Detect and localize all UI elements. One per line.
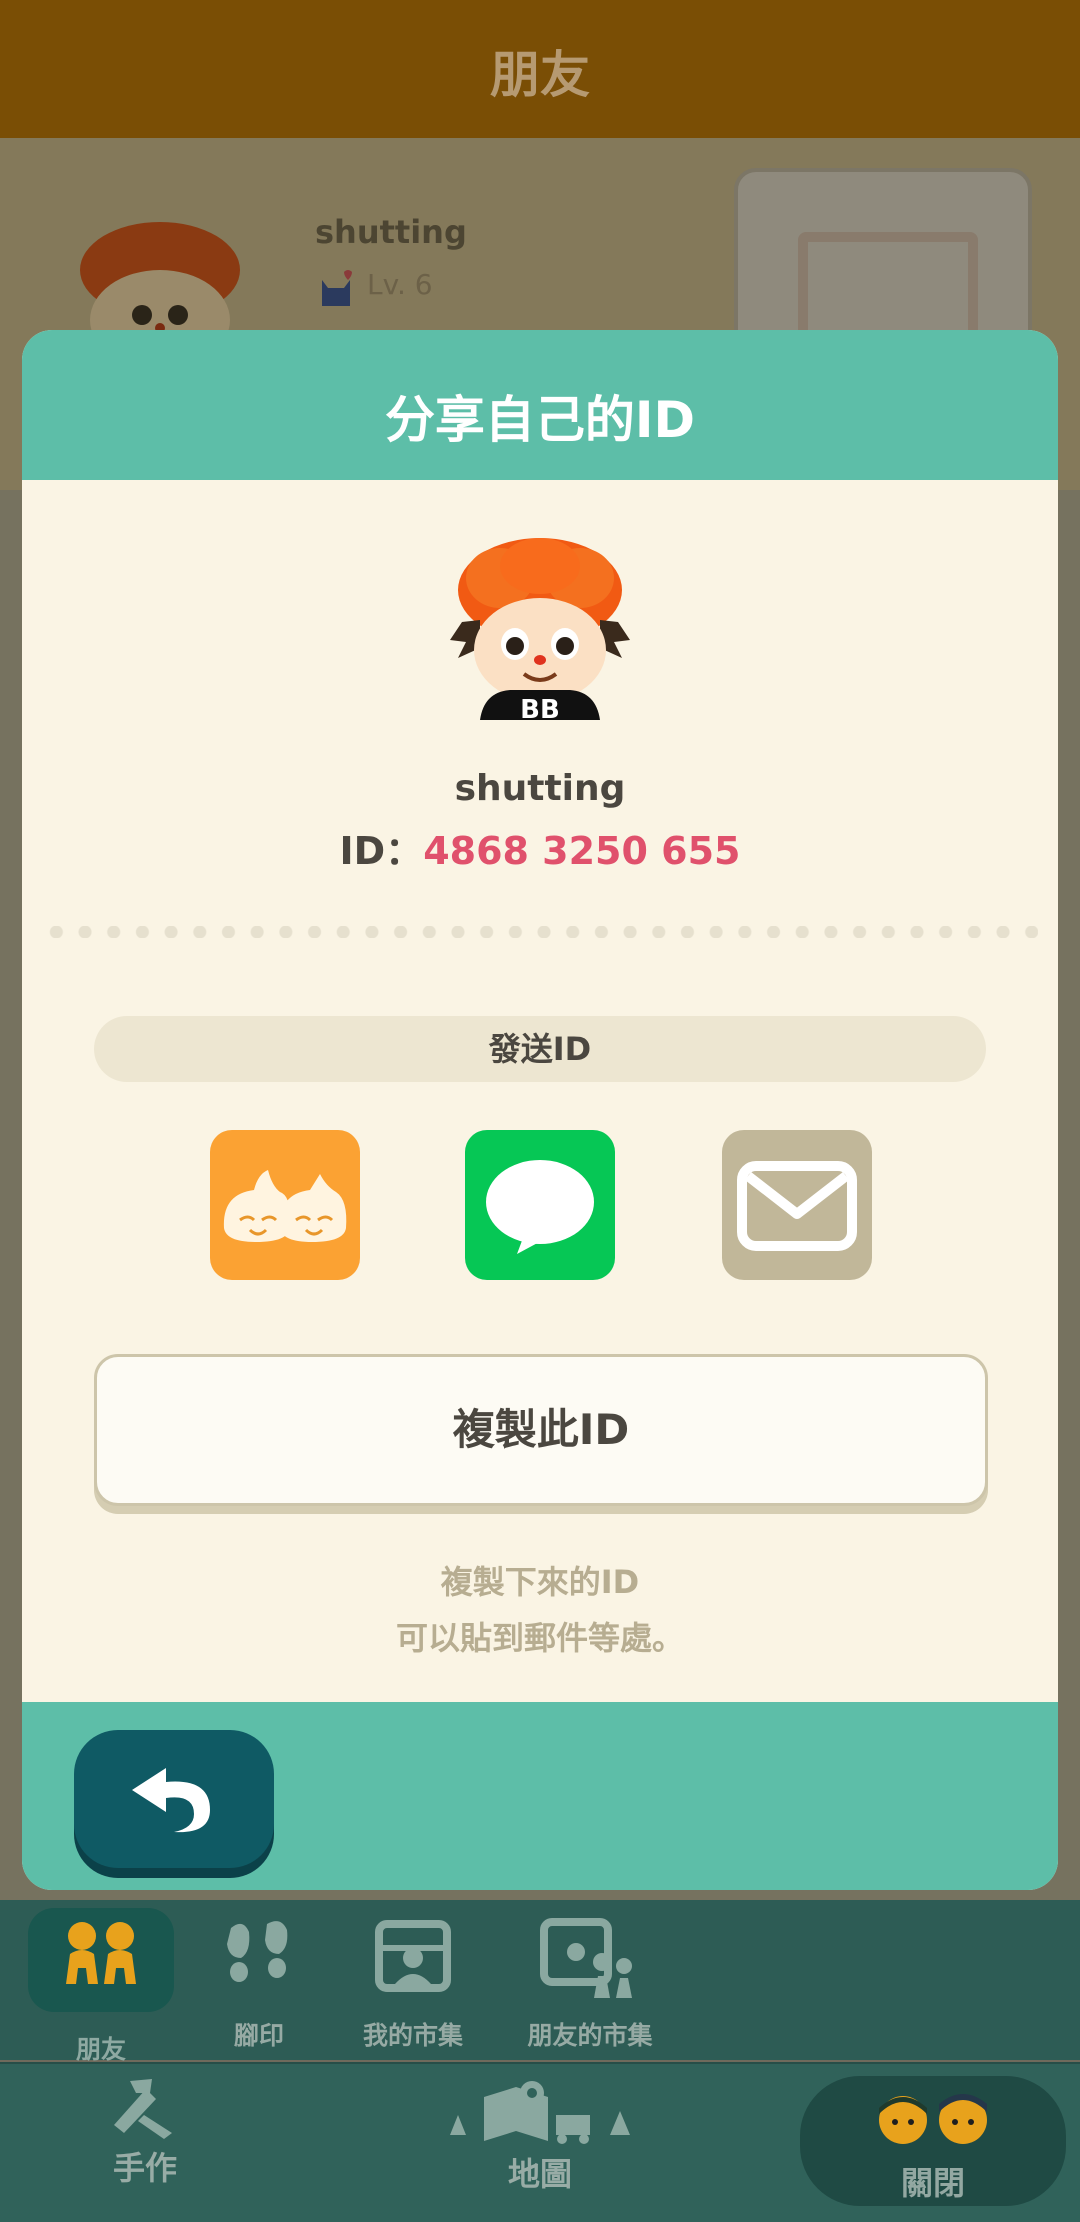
copy-id-button[interactable]: 複製此ID <box>94 1354 988 1506</box>
close-button[interactable]: 關閉 <box>800 2076 1066 2206</box>
mail-icon <box>737 1161 857 1251</box>
send-id-label: 發送ID <box>94 1016 986 1082</box>
friends-icon <box>66 1922 136 1984</box>
svg-text:BB: BB <box>520 695 560 720</box>
friends-app-icon <box>223 1170 347 1242</box>
id-value: 4868 3250 655 <box>423 829 741 873</box>
id-label: ID： <box>339 829 424 873</box>
tab-friends-market[interactable]: 朋友的市集 <box>500 1908 680 2050</box>
copy-hint-line1: 複製下來的ID <box>440 1563 640 1601</box>
my-market-icon <box>375 1920 451 1992</box>
tab-label-friends: 朋友 <box>75 2035 126 2064</box>
line-chat-icon <box>486 1160 594 1254</box>
tab-footprints[interactable]: 腳印 <box>186 1908 332 2050</box>
background-username: shutting <box>315 213 467 251</box>
villagers-icon <box>879 2094 987 2144</box>
craft-label: 手作 <box>112 2149 177 2187</box>
map-icon <box>450 2081 630 2144</box>
username: shutting <box>454 768 626 809</box>
tab-label-footprints: 腳印 <box>233 2021 284 2050</box>
modal-header: 分享自己的ID <box>22 330 1058 480</box>
cat-level-icon <box>322 270 352 306</box>
share-line-button[interactable] <box>465 1130 615 1280</box>
tab-label-my-market: 我的市集 <box>362 2021 463 2050</box>
tab-my-market[interactable]: 我的市集 <box>340 1908 486 2050</box>
close-label: 關閉 <box>900 2164 965 2202</box>
tab-map[interactable]: 地圖 <box>440 2075 640 2195</box>
footprints-icon <box>227 1921 288 1982</box>
player-avatar-icon: BB <box>450 538 630 720</box>
friends-market-icon <box>540 1918 632 1998</box>
background-title: 朋友 <box>490 46 590 104</box>
dotted-divider <box>42 926 1038 938</box>
map-label: 地圖 <box>507 2155 572 2193</box>
share-friends-app-button[interactable] <box>210 1130 360 1280</box>
tab-friends[interactable]: 朋友 <box>28 1908 174 2064</box>
back-arrow-icon <box>132 1768 210 1833</box>
share-mail-button[interactable] <box>722 1130 872 1280</box>
craft-tools-icon <box>114 2079 172 2139</box>
tab-label-friends-market: 朋友的市集 <box>527 2021 653 2050</box>
share-id-modal: 分享自己的ID BB shutting ID：4868 3250 655 發送I… <box>22 330 1058 1890</box>
modal-title: 分享自己的ID <box>384 391 696 449</box>
copy-hint: 複製下來的ID 可以貼到郵件等處。 <box>22 1554 1058 1666</box>
tab-crafting[interactable]: 手作 <box>80 2075 210 2189</box>
back-button[interactable] <box>74 1730 274 1868</box>
player-id-line: ID：4868 3250 655 <box>22 820 1058 875</box>
copy-hint-line2: 可以貼到郵件等處。 <box>395 1619 684 1657</box>
background-level: Lv. 6 <box>367 268 433 301</box>
